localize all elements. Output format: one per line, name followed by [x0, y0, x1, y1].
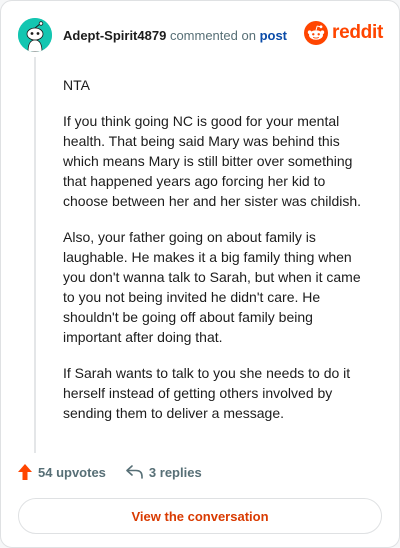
byline: Adept-Spirit4879 commented on post [63, 28, 287, 43]
upvote-arrow-icon [18, 464, 32, 480]
username-link[interactable]: Adept-Spirit4879 [63, 28, 166, 43]
user-avatar[interactable] [18, 18, 52, 52]
comment-paragraph: If you think going NC is good for your m… [63, 113, 362, 209]
upvote-button[interactable]: 54 upvotes [18, 464, 106, 480]
comment-paragraph: NTA [63, 77, 90, 93]
comment-actions: 54 upvotes 3 replies [18, 464, 202, 480]
comment-header: Adept-Spirit4879 commented on post reddi… [18, 17, 383, 53]
reddit-logo[interactable]: reddit [304, 21, 383, 45]
snoo-avatar-icon [18, 18, 52, 52]
comment-paragraph: Also, your father going on about family … [63, 229, 361, 345]
reply-count: 3 replies [148, 464, 202, 480]
comment-paragraph: If Sarah wants to talk to you she needs … [63, 365, 351, 421]
upvote-count: 54 upvotes [38, 464, 106, 480]
reddit-alien-icon [304, 21, 329, 45]
comment-body: NTA If you think going NC is good for yo… [63, 75, 373, 439]
thread-line [34, 57, 36, 453]
reddit-wordmark: reddit [332, 22, 383, 43]
comment-card: Adept-Spirit4879 commented on post reddi… [0, 0, 400, 548]
byline-action-text: commented on [169, 27, 256, 43]
replies-button[interactable]: 3 replies [126, 465, 202, 480]
reply-arrow-icon [126, 465, 143, 479]
post-link[interactable]: post [260, 28, 287, 43]
view-conversation-button[interactable]: View the conversation [18, 498, 382, 534]
